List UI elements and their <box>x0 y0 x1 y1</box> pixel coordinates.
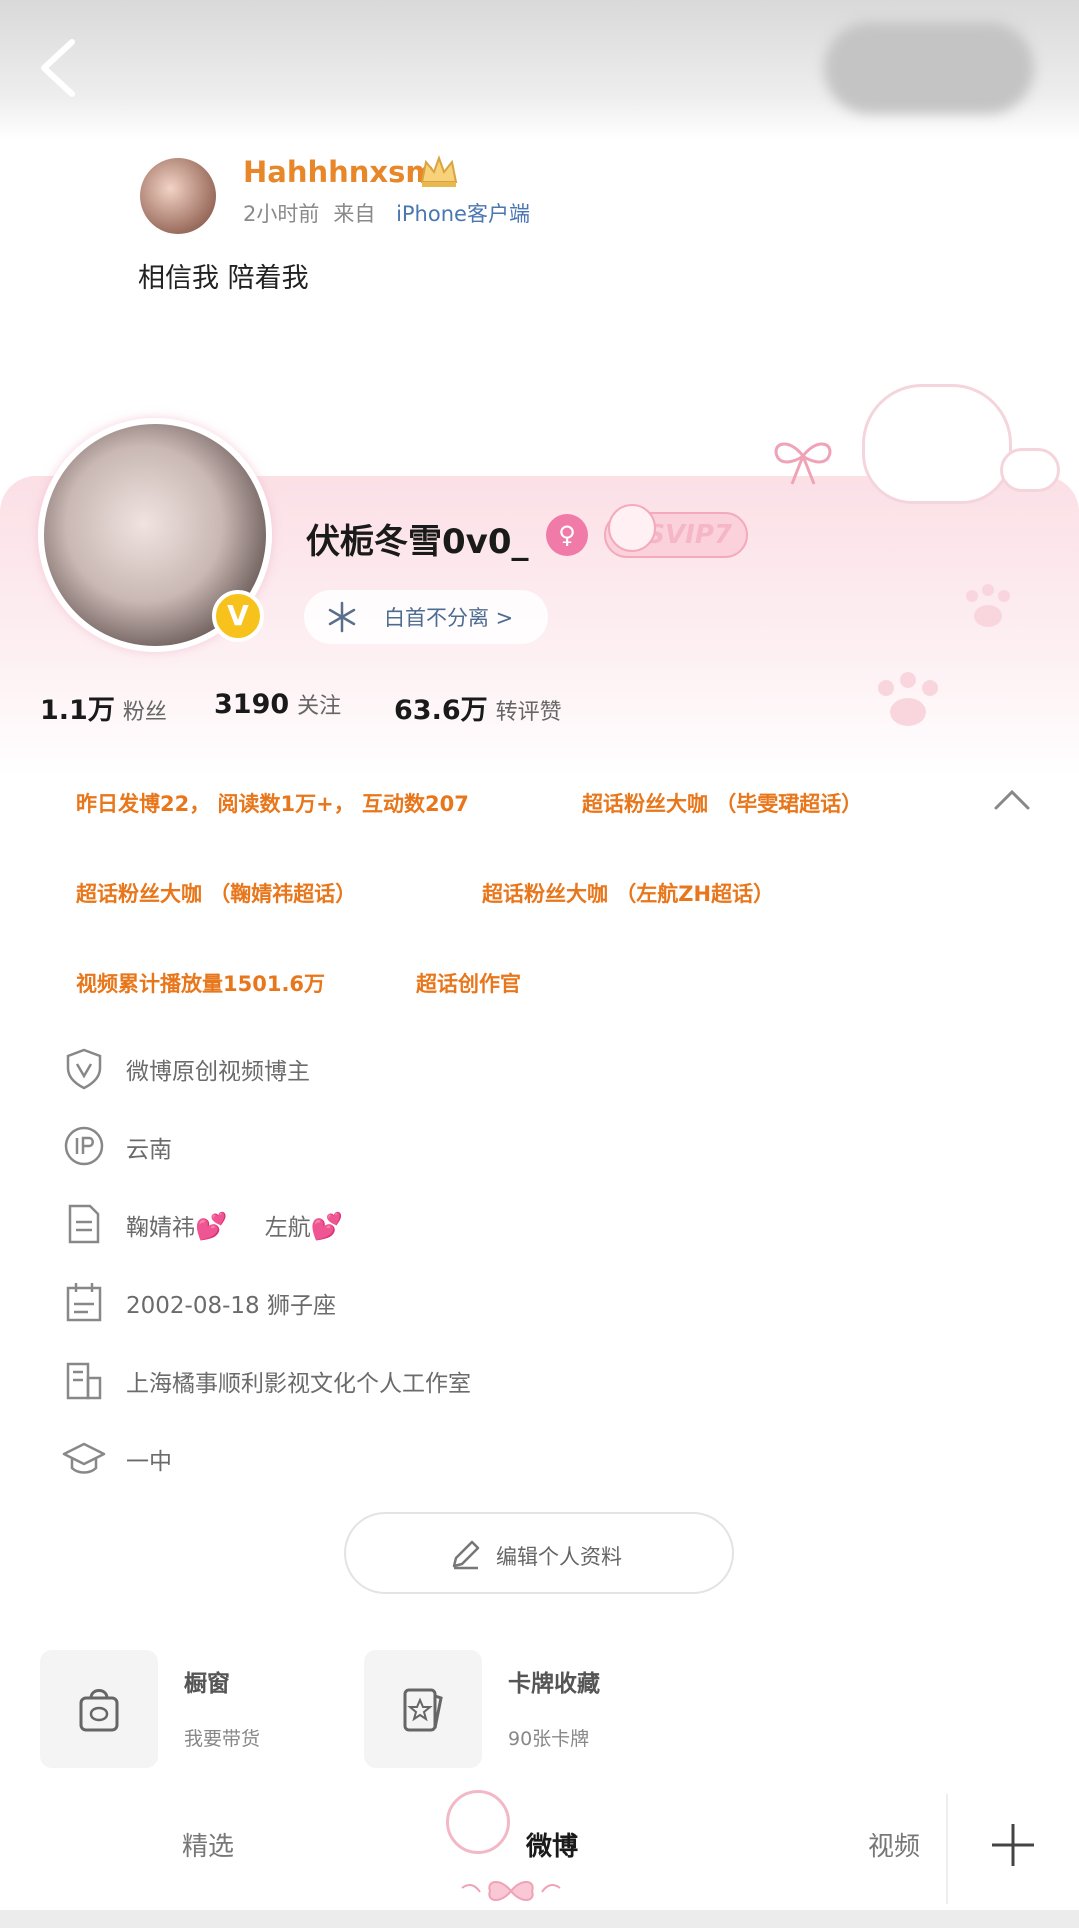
tab-bar: 精选 微博 视频 <box>0 1790 1079 1910</box>
graduation-cap-icon <box>62 1442 106 1474</box>
following-count: 3190 <box>214 689 290 720</box>
profile-nickname: 伏栀冬雪0v0_ <box>306 522 529 562</box>
info-ip: 云南 <box>62 1122 1022 1168</box>
card-collection-icon <box>403 1688 443 1732</box>
honor-super-topic-fan[interactable]: 超话粉丝大咖 （毕雯珺超话） <box>582 788 862 818</box>
post-from-label: 来自 <box>333 202 376 226</box>
ribbon-bow-icon <box>774 442 832 485</box>
card-collection-title: 卡牌收藏 <box>508 1671 600 1697</box>
shop-window-tile <box>40 1650 158 1768</box>
tab-video[interactable]: 视频 <box>868 1826 920 1863</box>
bunny-sticker-icon <box>862 384 1012 504</box>
bio-text: 鞠婧祎💕 左航💕 <box>126 1208 343 1242</box>
edit-profile-button[interactable]: 编辑个人资料 <box>344 1512 734 1594</box>
post-text: 相信我 陪着我 <box>138 263 309 294</box>
followers-label: 粉丝 <box>122 700 167 725</box>
likes-count: 63.6万 <box>394 695 488 726</box>
honor-daily-stats[interactable]: 昨日发博22， 阅读数1万+， 互动数207 <box>76 788 469 818</box>
post-meta: 2小时前 来自 iPhone客户端 <box>243 198 530 228</box>
pencil-icon <box>452 1540 480 1570</box>
bow-decoration-icon <box>461 1881 561 1901</box>
likes-label: 转评赞 <box>495 700 562 725</box>
honor-super-topic-fan[interactable]: 超话粉丝大咖 （鞠婧祎超话） <box>76 878 356 908</box>
ip-location-icon <box>64 1126 104 1166</box>
chevron-up-icon[interactable] <box>992 788 1032 812</box>
cloud-sticker-icon <box>1000 448 1060 492</box>
info-birthday: 2002-08-18 狮子座 <box>62 1278 1022 1324</box>
shop-window-card[interactable]: 橱窗 我要带货 <box>40 1650 390 1768</box>
birthday-text: 2002-08-18 狮子座 <box>126 1293 336 1319</box>
edit-profile-label: 编辑个人资料 <box>496 1545 622 1569</box>
honor-video-plays[interactable]: 视频累计播放量1501.6万 <box>76 968 325 998</box>
school-text: 一中 <box>126 1449 172 1475</box>
bio-part-1: 鞠婧祎 <box>126 1215 195 1241</box>
relationship-tag[interactable]: 白首不分离 > <box>304 590 548 644</box>
info-company: 上海橘事顺利影视文化个人工作室 <box>62 1356 1022 1402</box>
building-icon <box>66 1362 102 1400</box>
verified-shield-icon <box>66 1048 102 1090</box>
info-verification: 微博原创视频博主 <box>62 1044 1022 1090</box>
stat-following[interactable]: 3190 关注 <box>214 688 341 720</box>
profile-stats: 1.1万 粉丝 3190 关注 63.6万 转评赞 <box>40 688 1040 728</box>
stat-likes[interactable]: 63.6万 转评赞 <box>394 688 562 727</box>
shop-window-subtitle: 我要带货 <box>184 1728 261 1750</box>
honor-creator[interactable]: 超话创作官 <box>416 968 521 998</box>
tab-weibo[interactable]: 微博 <box>526 1826 578 1863</box>
tab-divider <box>946 1794 948 1904</box>
top-bar <box>0 0 1079 140</box>
blurred-button[interactable] <box>824 22 1034 114</box>
post-source-link[interactable]: iPhone客户端 <box>396 202 530 226</box>
bunny-tab-icon <box>446 1790 510 1854</box>
tab-featured[interactable]: 精选 <box>182 1826 234 1863</box>
relationship-tag-label: 白首不分离 > <box>384 606 514 630</box>
post-author-name[interactable]: Hahhhnxsm <box>243 155 436 189</box>
info-bio: 鞠婧祎💕 左航💕 <box>62 1200 1022 1246</box>
heart-emoji-icon: 💕 <box>195 1212 228 1242</box>
bag-icon <box>79 1689 119 1732</box>
document-icon <box>68 1204 100 1244</box>
crown-icon <box>420 155 458 187</box>
shop-window-title: 橱窗 <box>184 1671 230 1697</box>
verification-text: 微博原创视频博主 <box>126 1059 310 1085</box>
heart-emoji-icon: 💕 <box>310 1212 344 1242</box>
post-author-avatar[interactable] <box>140 158 216 234</box>
bio-part-2: 左航 <box>264 1215 311 1241</box>
info-school: 一中 <box>62 1434 1022 1480</box>
stat-followers[interactable]: 1.1万 粉丝 <box>40 688 167 727</box>
bottom-strip <box>0 1910 1079 1928</box>
ip-text: 云南 <box>126 1137 172 1163</box>
back-arrow-icon[interactable] <box>34 36 84 100</box>
post-time: 2小时前 <box>243 202 320 226</box>
following-label: 关注 <box>297 694 342 719</box>
card-collection-tile <box>364 1650 482 1768</box>
verified-badge: V <box>212 590 264 642</box>
company-text: 上海橘事顺利影视文化个人工作室 <box>126 1371 471 1397</box>
female-gender-icon: ♀ <box>546 514 588 556</box>
followers-count: 1.1万 <box>40 695 115 726</box>
plus-icon[interactable] <box>990 1822 1036 1868</box>
bear-icon <box>608 504 656 552</box>
calendar-icon <box>66 1283 102 1322</box>
card-collection-card[interactable]: 卡牌收藏 90张卡牌 <box>364 1650 714 1768</box>
card-collection-subtitle: 90张卡牌 <box>508 1728 590 1750</box>
honor-super-topic-fan[interactable]: 超话粉丝大咖 （左航ZH超话） <box>482 878 774 908</box>
paw-print-icon <box>966 584 1010 627</box>
snowflake-icon <box>328 601 356 633</box>
